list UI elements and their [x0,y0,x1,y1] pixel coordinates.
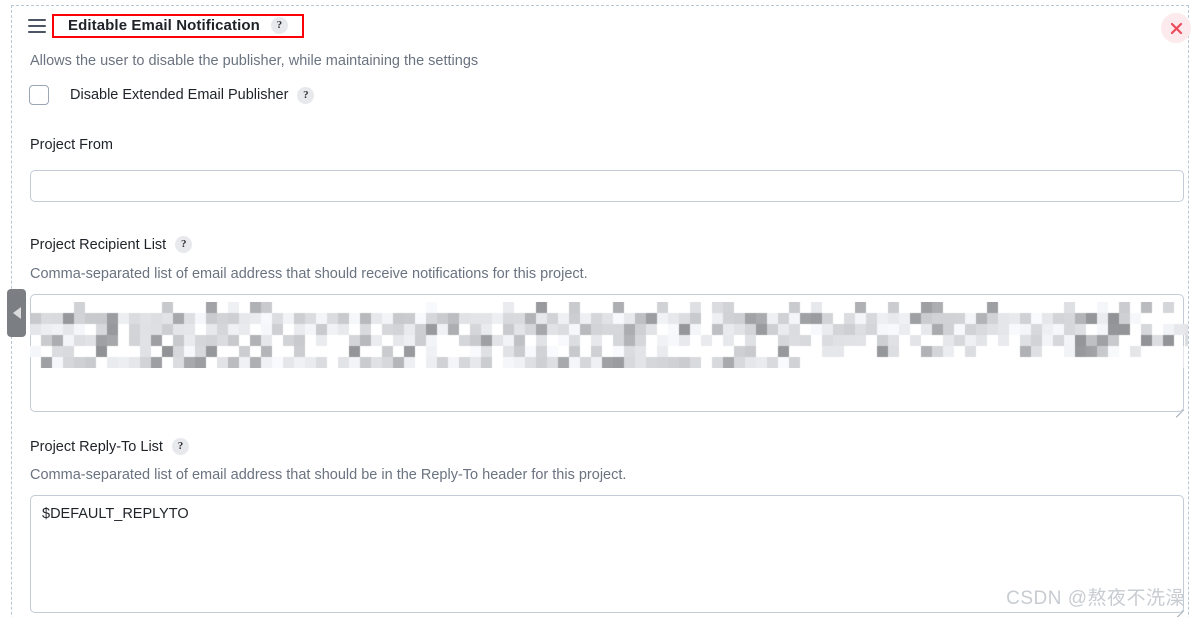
project-from-input[interactable] [30,170,1184,202]
collapse-panel-tab[interactable] [7,289,26,337]
section-description: Allows the user to disable the publisher… [30,53,479,69]
page-title: Editable Email Notification [68,16,260,34]
project-recipient-list-description: Comma-separated list of email address th… [30,266,588,282]
project-recipient-list-textarea[interactable] [30,294,1184,412]
disable-extended-email-publisher-checkbox[interactable] [29,85,49,105]
project-reply-to-list-label-text: Project Reply-To List [30,438,163,455]
disable-extended-email-publisher-row: Disable Extended Email Publisher ? [29,85,315,105]
section-header: Editable Email Notification ? [28,14,304,38]
close-icon [1170,22,1182,34]
editable-email-notification-panel: Editable Email Notification ? Allows the… [0,0,1199,617]
section-title-highlight: Editable Email Notification ? [52,14,304,38]
project-recipient-list-label: Project Recipient List ? [30,236,193,253]
project-reply-to-list-help-icon[interactable]: ? [171,438,189,455]
hamburger-drag-icon[interactable] [28,19,46,33]
project-reply-to-list-label: Project Reply-To List ? [30,438,189,455]
project-recipient-list-help-icon[interactable]: ? [175,236,193,253]
project-reply-to-list-description: Comma-separated list of email address th… [30,467,627,483]
disable-extended-email-publisher-label: Disable Extended Email Publisher [70,87,289,103]
project-from-label: Project From [30,137,113,153]
project-recipient-list-label-text: Project Recipient List [30,236,167,253]
section-title-help-icon[interactable]: ? [270,16,288,34]
project-from-label-text: Project From [30,137,113,153]
disable-extended-email-publisher-help-icon[interactable]: ? [297,86,315,104]
close-button[interactable] [1161,13,1191,43]
watermark: CSDN @熬夜不洗澡 [1006,588,1185,609]
chevron-left-icon [12,307,21,319]
